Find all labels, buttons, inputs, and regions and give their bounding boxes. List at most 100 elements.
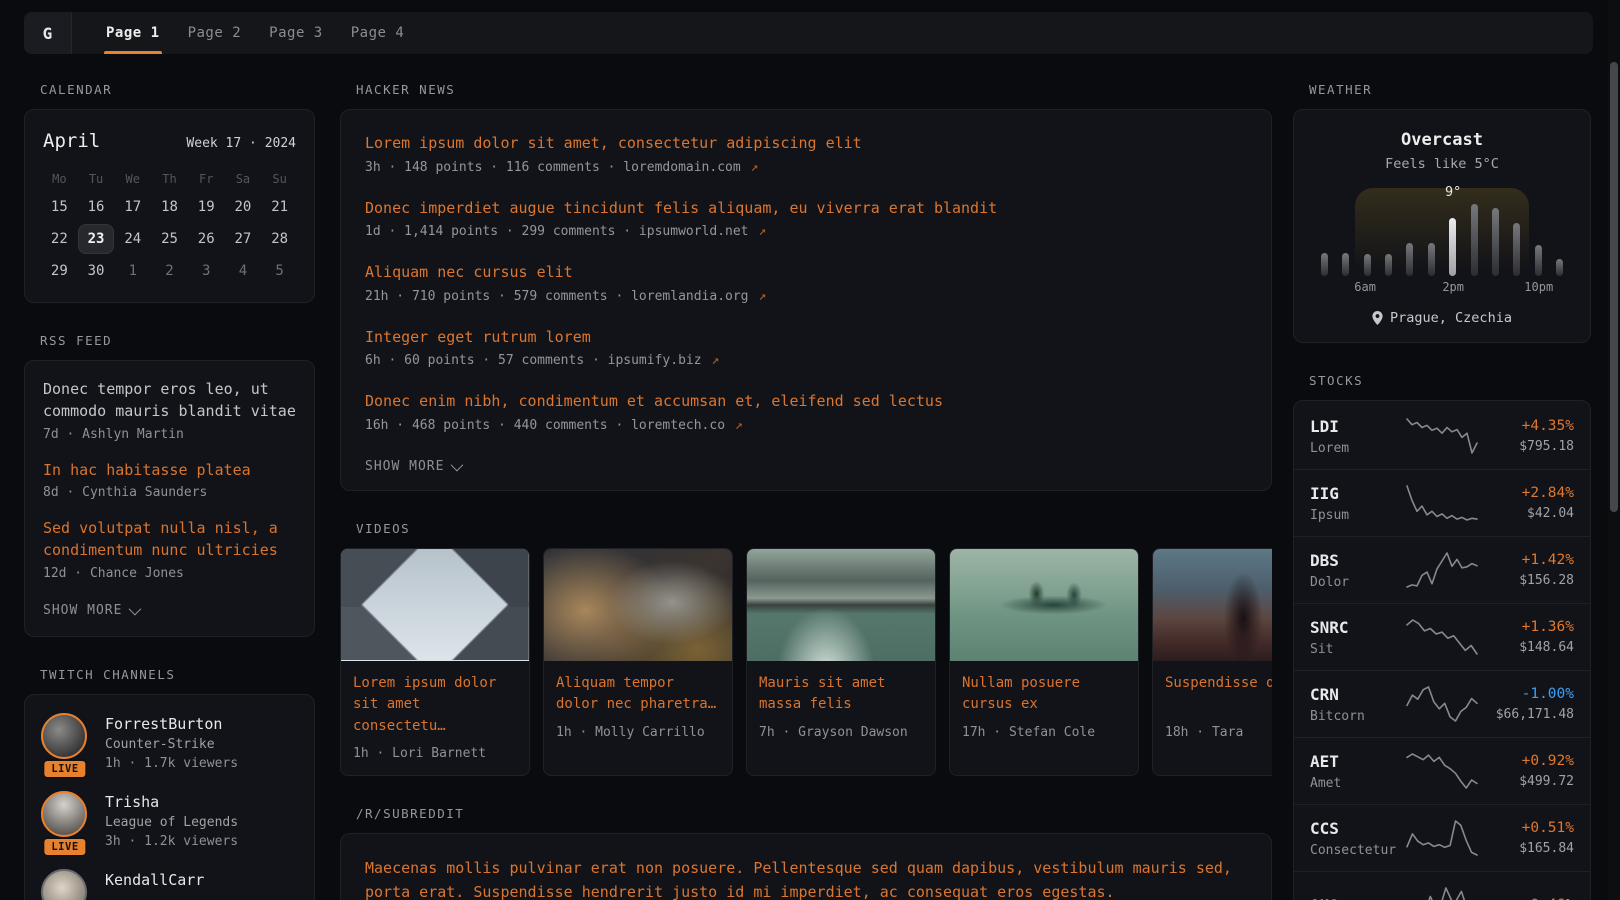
stock-row[interactable]: CRN Bitcorn -1.00% $66,171.48 — [1294, 670, 1590, 737]
rss-item-title[interactable]: Donec tempor eros leo, ut commodo mauris… — [43, 379, 296, 423]
page-tab[interactable]: Page 4 — [337, 12, 419, 54]
video-title[interactable]: Aliquam tempor dolor nec pharetra… — [556, 673, 720, 717]
stock-row[interactable]: SNRC Sit +1.36% $148.64 — [1294, 603, 1590, 670]
hourly-temp-bar — [1342, 253, 1349, 276]
video-card[interactable]: Aliquam tempor dolor nec pharetra… 1h · … — [543, 548, 733, 776]
stock-row[interactable]: LDI Lorem +4.35% $795.18 — [1294, 403, 1590, 469]
video-card[interactable]: Nullam posuere cursus ex 17h · Stefan Co… — [949, 548, 1139, 776]
hackernews-item-title[interactable]: Donec enim nibh, condimentum et accumsan… — [365, 390, 1247, 413]
stock-row[interactable]: CCS Consectetur +0.51% $165.84 — [1294, 804, 1590, 871]
hackernews-item: Donec enim nibh, condimentum et accumsan… — [365, 390, 1247, 433]
stock-id: SNRC Sit — [1310, 618, 1406, 657]
left-column: CALENDAR April Week 17 · 2024 Mo Tu We — [24, 82, 315, 900]
stocks-widget: LDI Lorem +4.35% $795.18 — [1293, 400, 1591, 900]
weather-section: WEATHER Overcast Feels like 5°C — [1293, 82, 1591, 343]
calendar-day: 28 — [261, 224, 298, 254]
rss-item-title[interactable]: In hac habitasse platea — [43, 460, 296, 482]
rss-item-title[interactable]: Sed volutpat nulla nisl, a condimentum n… — [43, 518, 296, 562]
stock-row[interactable]: DBS Dolor +1.42% $156.28 — [1294, 536, 1590, 603]
stock-price: $156.28 — [1519, 573, 1574, 588]
location-pin-icon — [1372, 311, 1383, 325]
stock-change: +4.35% — [1519, 418, 1574, 434]
video-card[interactable]: Suspendisse diam 18h · Tara — [1152, 548, 1272, 776]
hourly-temp-bar — [1321, 253, 1328, 276]
video-thumbnail — [341, 549, 529, 661]
stock-row[interactable]: AET Amet +0.92% $499.72 — [1294, 737, 1590, 804]
hackernews-item-meta: 6h · 60 points · 57 comments · ipsumify.… — [365, 353, 1247, 368]
page-tab[interactable]: Page 2 — [174, 12, 256, 54]
hackernews-meta-text: 1d · 1,414 points · 299 comments · ipsum… — [365, 224, 749, 239]
twitch-channel[interactable]: LIVE ForrestBurton Counter-Strike 1h · 1… — [41, 713, 298, 771]
calendar-weekday: Sa — [225, 166, 262, 192]
hackernews-item-title[interactable]: Donec imperdiet augue tincidunt felis al… — [365, 197, 1247, 220]
stock-row[interactable]: AHS +0.46% — [1294, 871, 1590, 900]
channel-name[interactable]: Trisha — [105, 793, 238, 811]
stocks-section: STOCKS LDI Lorem +4.35% $795.18 — [1293, 373, 1591, 900]
hourly-temp-bar — [1471, 204, 1478, 276]
stock-id: AHS — [1310, 896, 1406, 900]
channel-avatar-wrap: LIVE — [41, 791, 89, 849]
hackernews-widget: Lorem ipsum dolor sit amet, consectetur … — [340, 109, 1272, 491]
top-nav: G Page 1 Page 2 Page 3 Page 4 — [24, 12, 1593, 54]
stock-row[interactable]: IIG Ipsum +2.84% $42.04 — [1294, 469, 1590, 536]
calendar-day: 29 — [41, 256, 78, 286]
stock-sparkline — [1406, 684, 1478, 724]
page-tabs: Page 1 Page 2 Page 3 Page 4 — [92, 12, 418, 54]
stock-name: Bitcorn — [1310, 709, 1406, 724]
hour-axis-labels: 6am 2pm 10pm — [1318, 280, 1566, 296]
calendar-weekday: Th — [151, 166, 188, 192]
video-title[interactable]: Nullam posuere cursus ex — [962, 673, 1126, 717]
channel-avatar-wrap: LIVE — [41, 713, 89, 771]
video-card[interactable]: Mauris sit amet massa felis 7h · Grayson… — [746, 548, 936, 776]
stock-values: +0.51% $165.84 — [1519, 820, 1574, 856]
hour-axis-label: 2pm — [1442, 280, 1464, 294]
hackernews-item: Lorem ipsum dolor sit amet, consectetur … — [365, 132, 1247, 175]
stock-sparkline — [1406, 885, 1478, 900]
calendar-day: 21 — [261, 192, 298, 222]
hackernews-item-meta: 21h · 710 points · 579 comments · loreml… — [365, 289, 1247, 304]
show-more-label: SHOW MORE — [43, 603, 122, 618]
video-card-row: Lorem ipsum dolor sit amet consectetu… 1… — [340, 548, 1272, 776]
rss-item-meta: 7d · Ashlyn Martin — [43, 427, 296, 442]
reddit-post-title[interactable]: Maecenas mollis pulvinar erat non posuer… — [365, 856, 1247, 900]
channel-meta: 3h · 1.2k viewers — [105, 834, 238, 849]
calendar-weekday: Fr — [188, 166, 225, 192]
video-title[interactable]: Mauris sit amet massa felis — [759, 673, 923, 717]
hackernews-item-title[interactable]: Aliquam nec cursus elit — [365, 261, 1247, 284]
hackernews-show-more-button[interactable]: SHOW MORE — [365, 459, 460, 474]
stock-change: +1.42% — [1519, 552, 1574, 568]
hackernews-meta-text: 3h · 148 points · 116 comments · loremdo… — [365, 160, 741, 175]
rss-item: Donec tempor eros leo, ut commodo mauris… — [43, 379, 296, 442]
section-label-stocks: STOCKS — [1309, 373, 1591, 388]
stock-symbol: SNRC — [1310, 618, 1406, 637]
hour-axis-label: 10pm — [1524, 280, 1553, 294]
page-tab[interactable]: Page 3 — [255, 12, 337, 54]
calendar-day: 19 — [188, 192, 225, 222]
video-title[interactable]: Lorem ipsum dolor sit amet consectetu… — [353, 673, 517, 738]
stock-symbol: CRN — [1310, 685, 1406, 704]
hackernews-item-title[interactable]: Lorem ipsum dolor sit amet, consectetur … — [365, 132, 1247, 155]
stock-id: IIG Ipsum — [1310, 484, 1406, 523]
hackernews-item: Aliquam nec cursus elit 21h · 710 points… — [365, 261, 1247, 304]
stock-change: +0.92% — [1519, 753, 1574, 769]
app-logo[interactable]: G — [24, 12, 72, 54]
channel-meta: 1h · 1.7k viewers — [105, 756, 238, 771]
video-card[interactable]: Lorem ipsum dolor sit amet consectetu… 1… — [340, 548, 530, 776]
rss-item: In hac habitasse platea 8d · Cynthia Sau… — [43, 460, 296, 501]
video-thumbnail — [544, 549, 732, 661]
hackernews-item-title[interactable]: Integer eget rutrum lorem — [365, 326, 1247, 349]
calendar-day: 23 — [78, 224, 115, 254]
stock-name: Amet — [1310, 776, 1406, 791]
twitch-channel[interactable]: LIVE Trisha League of Legends 3h · 1.2k … — [41, 791, 298, 849]
scrollbar-thumb[interactable] — [1610, 62, 1618, 512]
video-title[interactable]: Suspendisse diam — [1165, 673, 1272, 717]
calendar-weekday: We — [114, 166, 151, 192]
channel-name[interactable]: KendallCarr — [105, 871, 204, 889]
channel-name[interactable]: ForrestBurton — [105, 715, 238, 733]
dashboard-columns: CALENDAR April Week 17 · 2024 Mo Tu We — [24, 82, 1593, 900]
twitch-channel[interactable]: KendallCarr — [41, 869, 298, 900]
page-tab[interactable]: Page 1 — [92, 12, 174, 54]
calendar-day: 25 — [151, 224, 188, 254]
rss-show-more-button[interactable]: SHOW MORE — [43, 603, 138, 618]
chevron-down-icon — [451, 458, 464, 471]
